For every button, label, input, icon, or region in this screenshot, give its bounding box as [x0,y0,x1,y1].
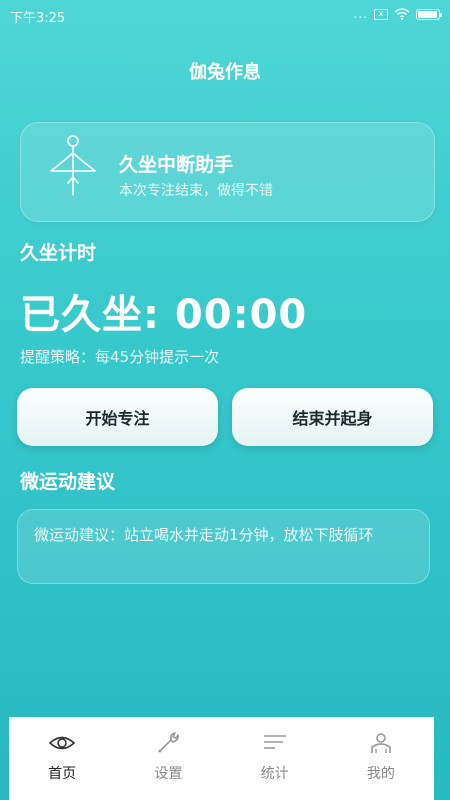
start-focus-button[interactable]: 开始专注 [17,388,218,446]
wrench-icon [158,732,180,753]
exercise-suggestion-card: 微运动建议：站立喝水并走动1分钟，放松下肢循环 [17,509,430,584]
signal-dots-icon: ... [353,7,368,21]
eye-icon [48,736,76,750]
sit-time-counter: 已久坐: 00:00 [20,292,308,338]
tab-profile[interactable]: 我的 [328,717,434,800]
battery-level [418,10,437,18]
timer-section-title: 久坐计时 [20,242,97,264]
sim-icon: x [374,8,388,20]
tab-home-label: 首页 [48,766,77,782]
reminder-strategy: 提醒策略：每45分钟提示一次 [20,348,220,366]
tab-statistics[interactable]: 统计 [222,717,328,800]
meditation-figure-icon [50,135,96,196]
assistant-title: 久坐中断助手 [119,154,234,176]
tab-statistics-label: 统计 [260,766,289,782]
tab-settings[interactable]: 设置 [115,717,221,800]
battery-icon [416,8,442,20]
status-time: 下午3:25 [10,11,66,26]
app-screen: 下午3:25 ... x 伽兔作息 久坐中断助手 本次专注结束，做得不错 久坐计… [0,0,450,800]
tab-settings-label: 设置 [154,766,183,782]
tab-home[interactable]: 首页 [9,717,115,800]
list-lines-icon [263,735,286,749]
exercise-section-title: 微运动建议 [20,471,116,493]
assistant-subtitle: 本次专注结束，做得不错 [119,183,273,199]
status-icons: ... x [353,7,442,21]
bottom-tab-bar: 首页 设置 统计 我的 [9,717,434,800]
assistant-card: 久坐中断助手 本次专注结束，做得不错 [20,122,435,222]
exercise-suggestion-text: 微运动建议：站立喝水并走动1分钟，放松下肢循环 [34,526,374,544]
page-title: 伽兔作息 [189,62,261,83]
status-bar: 下午3:25 ... x [0,0,450,30]
person-icon [371,733,391,753]
end-and-stand-button[interactable]: 结束并起身 [232,388,433,446]
tab-profile-label: 我的 [366,766,395,782]
wifi-icon [394,8,410,20]
